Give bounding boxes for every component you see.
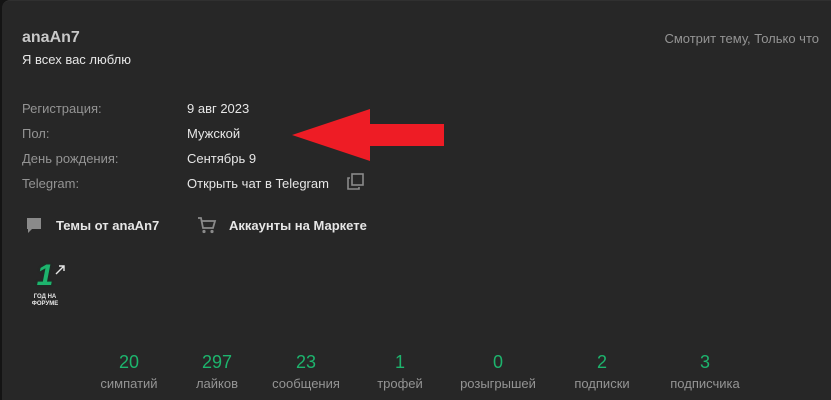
stat-value: 297 [201, 352, 233, 372]
copy-icon[interactable] [347, 173, 364, 190]
stat-subscribers[interactable]: 3 подписчика [662, 351, 748, 391]
stat-value: 20 [118, 352, 140, 372]
stat-label: трофей [377, 376, 423, 391]
stat-value: 3 [699, 352, 710, 372]
stat-value: 2 [596, 352, 607, 372]
telegram-label: Telegram: [22, 176, 80, 191]
registration-label: Регистрация: [22, 101, 102, 116]
stat-likes[interactable]: 297 лайков [182, 351, 252, 391]
stat-value: 0 [492, 352, 503, 372]
stat-value: 23 [295, 352, 317, 372]
arrow-up-right-icon [55, 265, 65, 275]
speech-bubble-icon [27, 218, 41, 233]
stat-label: симпатий [100, 376, 158, 391]
stat-messages[interactable]: 23 сообщения [266, 351, 346, 391]
gender-label: Пол: [22, 126, 50, 141]
stat-label: подписки [574, 376, 630, 391]
stat-label: розыгрышей [460, 376, 536, 391]
stat-label: подписчика [670, 376, 740, 391]
username[interactable]: anaAn7 [22, 29, 80, 47]
stat-subscriptions[interactable]: 2 подписки [562, 351, 642, 391]
market-link-label: Аккаунты на Маркете [229, 217, 367, 233]
market-link[interactable]: Аккаунты на Маркете [197, 215, 367, 235]
topics-link[interactable]: Темы от anaAn7 [24, 215, 159, 235]
stat-trophies[interactable]: 1 трофей [365, 351, 435, 391]
badge-caption: ГОД НА ФОРУМЕ [24, 294, 66, 308]
shopping-cart-icon [198, 217, 217, 234]
stat-label: сообщения [272, 376, 340, 391]
activity-status: Смотрит тему, Только что [664, 31, 819, 46]
gender-value: Мужской [187, 126, 241, 141]
one-year-on-forum-badge[interactable]: 1 ГОД НА ФОРУМЕ [24, 259, 70, 311]
stat-value: 1 [394, 352, 405, 372]
telegram-link[interactable]: Открыть чат в Telegram [187, 176, 329, 191]
badge-caption-line1: ГОД НА [33, 294, 57, 300]
topics-link-label: Темы от anaAn7 [56, 217, 160, 233]
stat-label: лайков [195, 376, 239, 391]
birthday-label: День рождения: [22, 151, 119, 166]
profile-card: anaAn7 Я всех вас люблю Смотрит тему, То… [2, 0, 831, 400]
red-arrow-annotation [292, 109, 444, 161]
badge-caption-line2: ФОРУМЕ [31, 301, 59, 307]
stat-giveaways[interactable]: 0 розыгрышей [452, 351, 544, 391]
user-status-text: Я всех вас люблю [22, 52, 131, 67]
stat-sympathies[interactable]: 20 симпатий [94, 351, 164, 391]
registration-value: 9 авг 2023 [187, 101, 250, 116]
birthday-value: Сентябрь 9 [187, 151, 257, 166]
